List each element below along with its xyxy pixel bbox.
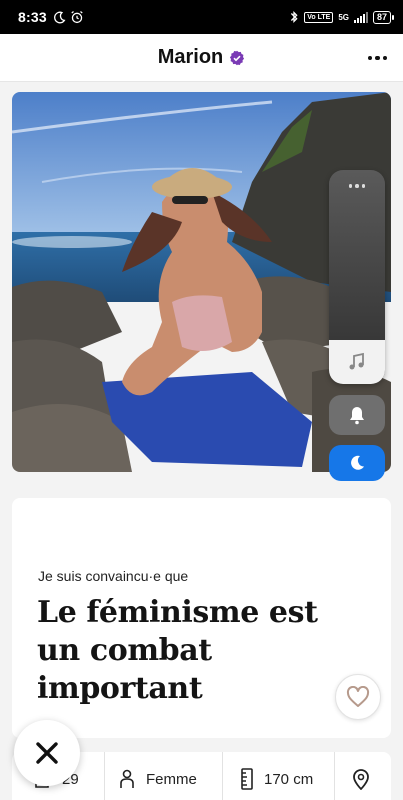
more-options-icon: [367, 55, 372, 61]
moon-icon: [53, 11, 66, 24]
status-time: 8:33: [18, 9, 47, 25]
floating-control-panel[interactable]: [329, 170, 385, 384]
heart-icon: [346, 686, 370, 708]
profile-header: Marion: [0, 34, 403, 82]
pass-button[interactable]: [14, 720, 80, 786]
status-bar: 8:33 Vo LTE 5G 87: [0, 0, 403, 34]
signal-icon: [353, 11, 368, 23]
overlay-more-icon[interactable]: [329, 184, 385, 188]
gender-value: Femme: [146, 770, 197, 788]
bluetooth-icon: [289, 10, 299, 24]
prompt-label: Je suis convaincu·e que: [38, 568, 189, 584]
location-pin-icon: [352, 768, 370, 790]
dark-mode-button[interactable]: [329, 445, 385, 481]
volte-icon: Vo LTE: [304, 11, 334, 23]
battery-indicator: 87: [372, 10, 395, 24]
person-icon: [118, 769, 136, 789]
prompt-answer: Le féminisme est un combat important: [37, 595, 318, 706]
bell-button[interactable]: [329, 395, 385, 435]
verified-badge-icon: [229, 50, 245, 66]
alarm-icon: [70, 10, 84, 24]
prompt-card: Je suis convaincu·e que Le féminisme est…: [12, 498, 391, 738]
music-note-icon: [347, 352, 367, 372]
height-value: 170 cm: [264, 770, 314, 788]
location-item: [334, 752, 374, 800]
network-type: 5G: [338, 12, 349, 22]
close-icon: [33, 739, 61, 767]
profile-name: Marion: [157, 46, 224, 68]
more-options-button[interactable]: [367, 48, 387, 68]
bell-icon: [347, 405, 367, 425]
like-prompt-button[interactable]: [335, 674, 381, 720]
gender-item: Femme: [104, 752, 222, 800]
moon-icon: [348, 454, 366, 472]
music-button[interactable]: [329, 340, 385, 384]
ruler-icon: [240, 768, 254, 790]
height-item: 170 cm: [222, 752, 334, 800]
